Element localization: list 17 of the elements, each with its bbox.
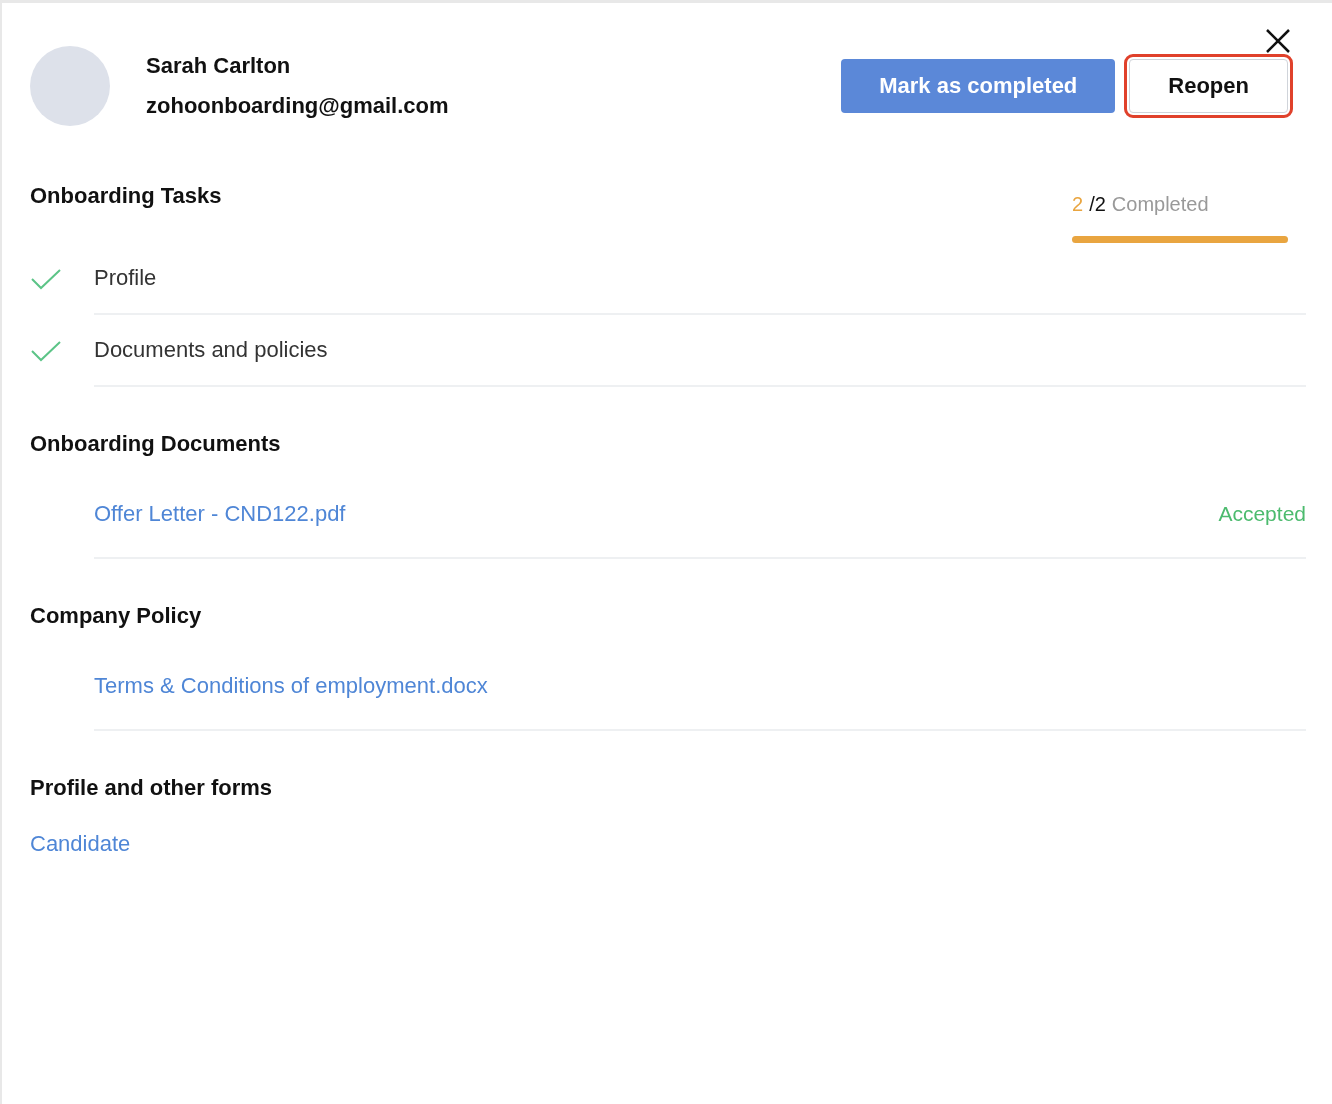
mark-completed-button[interactable]: Mark as completed: [841, 59, 1116, 113]
document-link[interactable]: Offer Letter - CND122.pdf: [94, 501, 346, 527]
total-count: /2: [1089, 193, 1106, 216]
section-title: Onboarding Tasks: [30, 183, 222, 209]
form-link[interactable]: Candidate: [30, 831, 131, 856]
done-count: 2: [1072, 193, 1084, 216]
document-link[interactable]: Terms & Conditions of employment.docx: [94, 673, 488, 699]
task-label: Documents and policies: [94, 337, 328, 363]
close-icon[interactable]: [1264, 27, 1292, 55]
candidate-name: Sarah Carlton: [146, 53, 291, 79]
section-title: Onboarding Documents: [30, 431, 282, 457]
candidate-email: zohoonboarding@gmail.com: [146, 93, 449, 119]
section-title: Company Policy: [30, 603, 203, 629]
completed-label: Completed: [1111, 193, 1209, 216]
task-label: Profile: [94, 265, 157, 291]
status-label: Accepted: [1218, 502, 1306, 526]
section-title: Profile and other forms: [30, 775, 274, 801]
